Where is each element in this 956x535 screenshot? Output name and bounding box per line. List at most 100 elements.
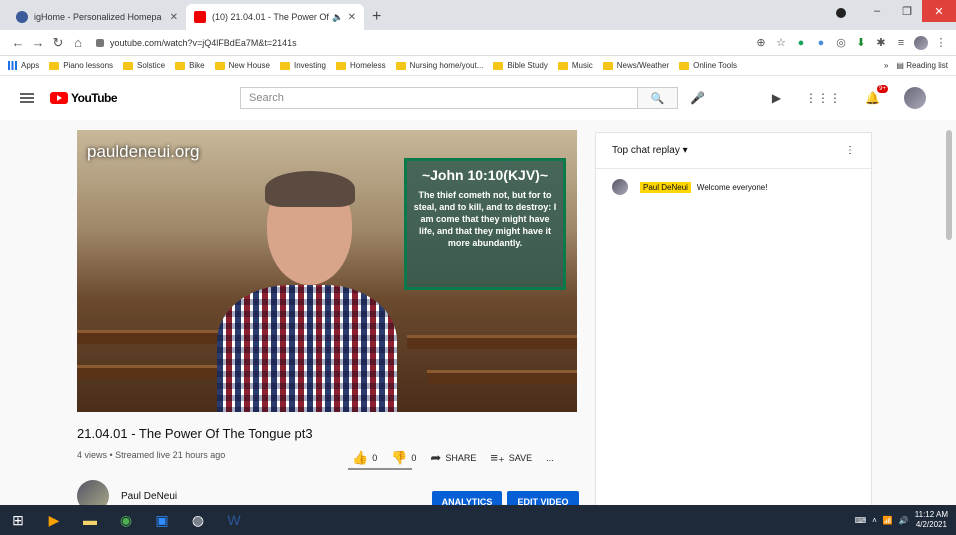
network-icon[interactable]: 📶 <box>883 516 893 525</box>
folder-icon <box>214 61 225 70</box>
bookmark-folder[interactable]: Solstice <box>123 61 165 70</box>
folder-icon <box>557 61 568 70</box>
bookmarks-bar: Apps Piano lessons Solstice Bike New Hou… <box>0 56 956 76</box>
user-avatar[interactable] <box>904 87 926 109</box>
star-icon[interactable]: ☆ <box>774 36 788 50</box>
more-actions-button[interactable]: ... <box>546 453 554 463</box>
video-actions: 👍 0 👎 0 ➦ SHARE ≡₊ SAVE ... <box>352 450 554 466</box>
channel-name[interactable]: Paul DeNeui <box>121 491 177 502</box>
extension-icon[interactable]: ◎ <box>834 36 848 50</box>
bookmark-folder[interactable]: Piano lessons <box>49 61 113 70</box>
puzzle-icon[interactable]: ✱ <box>874 36 888 50</box>
taskbar-clock[interactable]: 11:12 AM 4/2/2021 <box>915 510 948 530</box>
bookmark-folder[interactable]: Homeless <box>336 61 386 70</box>
maximize-button[interactable]: ❐ <box>892 0 922 22</box>
bookmark-folder[interactable]: Nursing home/yout... <box>395 61 483 70</box>
bookmark-folder[interactable]: Online Tools <box>679 61 737 70</box>
keyboard-icon[interactable]: ⌨ <box>855 516 867 525</box>
extension-icons: ⊕ ☆ ● ● ◎ ⬇ ✱ ≡ ⋮ <box>754 35 948 50</box>
search-button[interactable]: 🔍 <box>638 87 678 109</box>
folder-icon <box>175 61 186 70</box>
like-ratio-bar <box>348 468 412 470</box>
reload-button[interactable]: ↻ <box>48 35 68 51</box>
address-bar[interactable]: youtube.com/watch?v=jQ4lFBdEa7M&t=2141s <box>96 38 754 48</box>
church-pew <box>77 365 227 379</box>
queue-icon[interactable]: ≡ <box>894 36 908 50</box>
tray-chevron-icon[interactable]: ˄ <box>872 516 877 525</box>
volume-icon[interactable]: 🔊 <box>899 516 909 525</box>
share-button[interactable]: ➦ SHARE <box>430 450 476 466</box>
lock-icon <box>96 38 104 47</box>
speaker-icon[interactable]: 🔈 <box>332 12 343 23</box>
folder-icon <box>493 61 504 70</box>
profile-indicator-icon[interactable] <box>836 8 846 18</box>
more-bookmarks-button[interactable]: » <box>884 61 888 70</box>
file-explorer-icon[interactable]: ▬ <box>76 509 104 531</box>
chat-menu-icon[interactable]: ⋮ <box>845 145 855 156</box>
media-player-icon[interactable]: ▶ <box>40 509 68 531</box>
zoom-app-icon[interactable]: ▣ <box>148 509 176 531</box>
omnibar: ← → ↻ ⌂ youtube.com/watch?v=jQ4lFBdEa7M&… <box>0 30 956 56</box>
watch-page: pauldeneui.org ~John 10:10(KJV)~ The thi… <box>0 120 956 513</box>
forward-button[interactable]: → <box>28 35 48 50</box>
search-input[interactable]: Search <box>240 87 638 109</box>
bookmark-folder[interactable]: News/Weather <box>602 61 669 70</box>
dislike-button[interactable]: 👎 0 <box>391 450 416 466</box>
reading-list-button[interactable]: ▤ Reading list <box>896 61 948 70</box>
bookmark-folder[interactable]: Music <box>557 61 593 70</box>
video-watermark: pauldeneui.org <box>87 142 200 161</box>
create-video-icon[interactable]: ▶ <box>772 91 781 105</box>
window-controls: – ❐ ✕ <box>862 0 956 22</box>
obs-icon[interactable]: ◍ <box>184 509 212 531</box>
chat-author-name[interactable]: Paul DeNeui <box>640 181 691 193</box>
bookmark-folder[interactable]: Bike <box>175 61 205 70</box>
thumbs-down-icon: 👎 <box>391 450 408 465</box>
tab-ighome[interactable]: igHome - Personalized Homepa ✕ <box>8 4 186 30</box>
video-player[interactable]: pauldeneui.org ~John 10:10(KJV)~ The thi… <box>77 130 577 412</box>
close-tab-icon[interactable]: ✕ <box>170 12 178 23</box>
speaker-hair <box>265 171 355 207</box>
scripture-overlay: ~John 10:10(KJV)~ The thief cometh not, … <box>404 158 566 290</box>
chat-replay-panel: Top chat replay ▾ ⋮ Paul DeNeui Welcome … <box>595 132 872 512</box>
page-scrollbar[interactable] <box>946 130 952 240</box>
save-button[interactable]: ≡₊ SAVE <box>490 450 532 466</box>
profile-avatar-icon[interactable] <box>914 35 928 50</box>
verse-text: The thief cometh not, but for to steal, … <box>413 190 557 248</box>
close-tab-icon[interactable]: ✕ <box>348 12 356 23</box>
chat-mode-dropdown[interactable]: Top chat replay ▾ <box>612 145 688 156</box>
tab-youtube[interactable]: (10) 21.04.01 - The Power Of 🔈 ✕ <box>186 4 364 30</box>
zoom-icon[interactable]: ⊕ <box>754 36 768 50</box>
grammarly-icon[interactable]: ● <box>794 36 808 50</box>
bookmark-apps[interactable]: Apps <box>8 61 39 70</box>
notifications-bell-icon[interactable]: 🔔 9+ <box>865 85 888 105</box>
close-window-button[interactable]: ✕ <box>922 0 956 22</box>
windows-taskbar: ⊞ ▶ ▬ ◉ ▣ ◍ W ⌨ ˄ 📶 🔊 11:12 AM 4/2/2021 <box>0 505 956 535</box>
word-icon[interactable]: W <box>220 509 248 531</box>
apps-icon <box>8 61 17 70</box>
folder-icon <box>49 61 60 70</box>
hamburger-menu-icon[interactable] <box>20 93 34 103</box>
like-button[interactable]: 👍 0 <box>352 450 377 466</box>
youtube-favicon-icon <box>194 11 206 23</box>
tab-title: igHome - Personalized Homepa <box>34 12 162 22</box>
back-button[interactable]: ← <box>8 35 28 50</box>
extension-icon[interactable]: ● <box>814 36 828 50</box>
new-tab-button[interactable]: + <box>372 8 381 26</box>
folder-icon <box>602 61 613 70</box>
chrome-icon[interactable]: ◉ <box>112 509 140 531</box>
minimize-button[interactable]: – <box>862 0 892 22</box>
apps-grid-icon[interactable]: ⋮⋮⋮ <box>805 91 841 105</box>
youtube-play-icon <box>50 92 68 104</box>
youtube-logo[interactable]: YouTube <box>50 91 118 105</box>
video-title: 21.04.01 - The Power Of The Tongue pt3 <box>77 426 313 441</box>
bookmark-folder[interactable]: New House <box>214 61 270 70</box>
bookmark-folder[interactable]: Investing <box>279 61 326 70</box>
menu-icon[interactable]: ⋮ <box>934 36 948 50</box>
windows-start-icon[interactable]: ⊞ <box>4 509 32 531</box>
microphone-icon[interactable]: 🎤 <box>690 91 705 105</box>
notification-badge: 9+ <box>877 85 888 93</box>
bookmark-folder[interactable]: Bible Study <box>493 61 548 70</box>
video-meta: 4 views • Streamed live 21 hours ago <box>77 450 226 460</box>
home-button[interactable]: ⌂ <box>68 35 88 50</box>
download-icon[interactable]: ⬇ <box>854 36 868 50</box>
